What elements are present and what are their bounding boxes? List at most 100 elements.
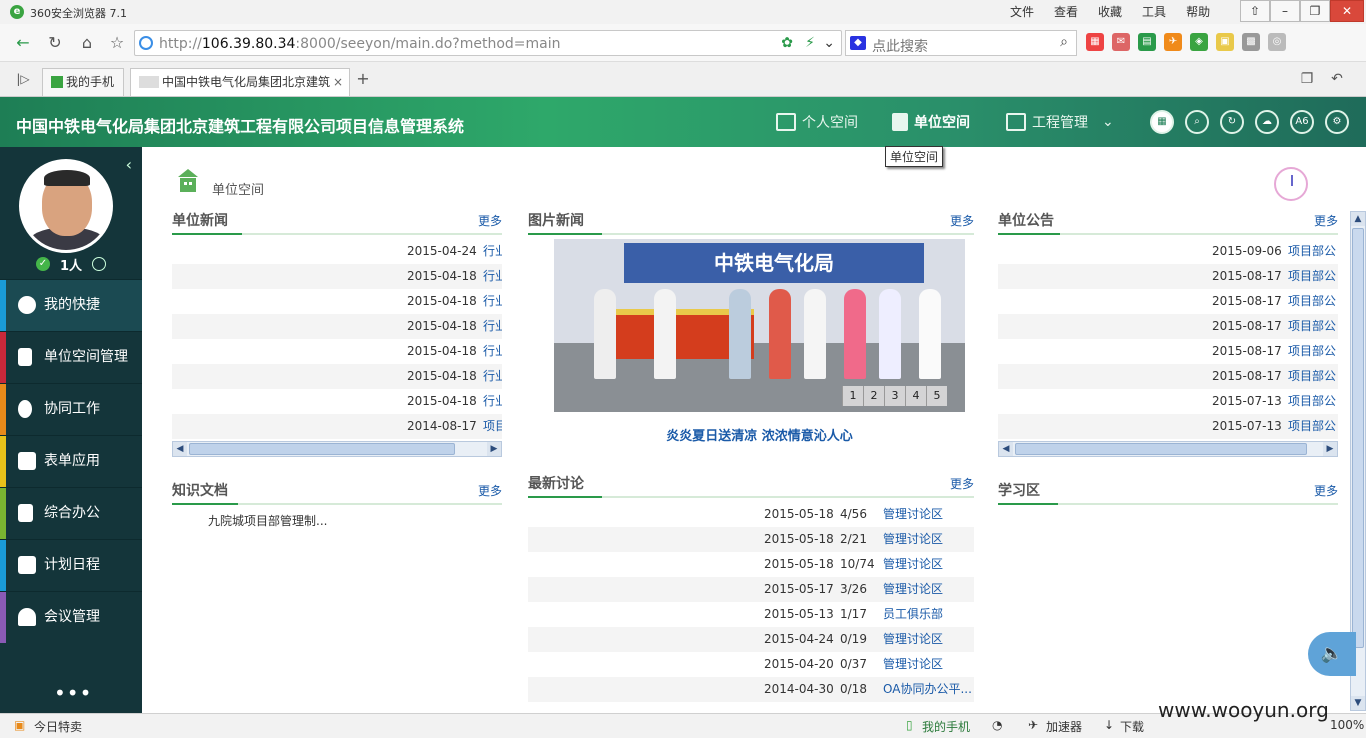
reload-icon[interactable]: ↻: [44, 32, 66, 54]
news-category[interactable]: 行业: [483, 339, 502, 364]
menu-favorites[interactable]: 收藏: [1088, 3, 1132, 21]
scroll-left-icon[interactable]: ◀: [173, 442, 187, 456]
sidebar-item-schedule[interactable]: 计划日程: [0, 539, 142, 591]
menu-view[interactable]: 查看: [1044, 3, 1088, 21]
speed-icon[interactable]: ◔: [992, 718, 1002, 732]
download-link[interactable]: 下载: [1120, 718, 1144, 735]
notice-row[interactable]: 紫峰九院城项目部第七次监理例会... 2015-08-17 项目部公: [998, 289, 1338, 314]
news-row[interactable]: 【工程安全】塔机、施工电梯安全检查维... 2015-04-18 行业: [172, 339, 502, 364]
news-row[interactable]: 【标准规范 】 11G101与03G... 2015-04-18 行业: [172, 364, 502, 389]
discussion-row[interactable]: 【网络转发】让你此生难成大器的七宗罪 2015-05-13 1/17 员工俱乐部: [528, 602, 974, 627]
undo-close-icon[interactable]: ↶: [1326, 68, 1348, 90]
more-link[interactable]: 更多: [478, 212, 502, 229]
chat-icon[interactable]: [92, 257, 106, 271]
news-category[interactable]: 行业: [483, 364, 502, 389]
more-link[interactable]: 更多: [1314, 212, 1338, 229]
menu-help[interactable]: 帮助: [1176, 3, 1220, 21]
news-photo[interactable]: 中铁电气化局 1 2 3 4 5: [554, 239, 965, 412]
discussion-row[interactable]: 读【项目安全生产管理现状的分析及建议... 2015-05-18 4/56 管理…: [528, 502, 974, 527]
notice-category[interactable]: 项目部公: [1288, 239, 1338, 264]
more-link[interactable]: 更多: [478, 482, 502, 499]
shield-icon[interactable]: ◈: [1190, 33, 1208, 51]
my-phone-link[interactable]: 我的手机: [922, 718, 970, 735]
notice-row[interactable]: 内部审核检查表扫描件 2015-08-17 项目部公: [998, 264, 1338, 289]
news-category[interactable]: 行业: [483, 389, 502, 414]
pin-window-button[interactable]: ⇧: [1240, 0, 1270, 22]
download-icon[interactable]: ↓: [1104, 718, 1114, 732]
horizontal-scrollbar[interactable]: ◀ ▶: [998, 441, 1338, 457]
notice-row[interactable]: 紫峰九院城项目部第二次监理例会... 2015-07-13 项目部公: [998, 414, 1338, 439]
close-window-button[interactable]: ✕: [1330, 0, 1364, 22]
refresh-icon[interactable]: ↻: [1220, 110, 1244, 134]
discussion-board[interactable]: 员工俱乐部: [883, 602, 974, 627]
calendar-icon[interactable]: ▤: [1138, 33, 1156, 51]
discussion-row[interactable]: 员工执行不力，换人还是换制度？ 2015-04-24 0/19 管理讨论区: [528, 627, 974, 652]
settings-ring-icon[interactable]: ◎: [1268, 33, 1286, 51]
sidebar-toggle-icon[interactable]: |▷: [12, 68, 34, 90]
search-icon[interactable]: ⌕: [1185, 110, 1209, 134]
sidebar-item-forms[interactable]: 表单应用: [0, 435, 142, 487]
news-row[interactable]: 【工程安全】钢筋施工常见错误及对策 2015-04-18 行业: [172, 264, 502, 289]
more-menu-icon[interactable]: •••: [54, 681, 92, 705]
discussion-board[interactable]: OA协同办公平...: [883, 677, 974, 702]
discussion-row[interactable]: 读【项目安全生产管理现状的分析... 2015-05-18 10/74 管理讨论…: [528, 552, 974, 577]
tab-my-phone[interactable]: 我的手机: [42, 68, 124, 96]
speaker-icon[interactable]: 🔈: [1308, 632, 1356, 676]
scroll-up-icon[interactable]: ▲: [1351, 212, 1365, 226]
more-link[interactable]: 更多: [950, 212, 974, 229]
cloud-icon[interactable]: ☁: [1255, 110, 1279, 134]
news-category[interactable]: 行业: [483, 289, 502, 314]
notice-row[interactable]: 紫峰九院城项目部第五次监理例会... 2015-08-17 项目部公: [998, 339, 1338, 364]
discussion-board[interactable]: 管理讨论区: [883, 527, 974, 552]
gift-icon[interactable]: ▣: [14, 718, 25, 732]
discussion-board[interactable]: 管理讨论区: [883, 577, 974, 602]
chevron-down-icon[interactable]: ⌄: [1102, 114, 1114, 130]
gear-icon[interactable]: ⚙: [1325, 110, 1349, 134]
doc-title[interactable]: 九院城项目部管理制...: [208, 509, 327, 534]
list-item[interactable]: W 九院城项目部管理制...: [172, 509, 502, 534]
scroll-thumb[interactable]: [189, 443, 455, 455]
photo-caption[interactable]: 炎炎夏日送清凉 浓浓情意沁人心: [554, 425, 965, 444]
favorite-star-icon[interactable]: ☆: [106, 32, 128, 54]
notice-row[interactable]: 紫峰九院城项目部第八次监理例会... 2015-08-17 项目部公: [998, 364, 1338, 389]
notice-row[interactable]: 紫峰九院城项目部第三次监理例会... 2015-07-13 项目部公: [998, 389, 1338, 414]
url-bar[interactable]: http://106.39.80.34:8000/seeyon/main.do?…: [134, 30, 842, 56]
zoom-level[interactable]: 100%: [1330, 718, 1364, 732]
news-row[interactable]: 北京市2015年工程质量管理工作要点 2015-04-18 行业: [172, 389, 502, 414]
mail-icon[interactable]: ✉: [1112, 33, 1130, 51]
maximize-button[interactable]: ❐: [1300, 0, 1330, 22]
more-link[interactable]: 更多: [950, 475, 974, 492]
menu-file[interactable]: 文件: [1000, 3, 1044, 21]
gamepad-icon[interactable]: ▩: [1242, 33, 1260, 51]
scroll-right-icon[interactable]: ▶: [487, 442, 501, 456]
scroll-thumb[interactable]: [1015, 443, 1307, 455]
compat-mode-icon[interactable]: ✿: [781, 35, 793, 51]
horizontal-scrollbar[interactable]: ◀ ▶: [172, 441, 502, 457]
news-category[interactable]: 行业: [483, 264, 502, 289]
notice-category[interactable]: 项目部公: [1288, 289, 1338, 314]
photo-icon[interactable]: ▣: [1216, 33, 1234, 51]
pager-4[interactable]: 4: [905, 386, 926, 406]
accelerator-icon[interactable]: ✈: [1028, 718, 1038, 732]
online-count[interactable]: 1人: [60, 255, 82, 274]
apps-icon[interactable]: ▦: [1086, 33, 1104, 51]
sidebar-item-office[interactable]: 综合办公: [0, 487, 142, 539]
grid-icon[interactable]: ▦: [1150, 110, 1174, 134]
pager-1[interactable]: 1: [842, 386, 863, 406]
avatar[interactable]: [19, 159, 113, 253]
news-row[interactable]: 北京今年将全面推行工程质量管理标准化... 2015-04-24 行业: [172, 239, 502, 264]
home-icon[interactable]: ⌂: [76, 32, 98, 54]
news-row[interactable]: 炎炎夏日送清凉 浓浓情意沁人心 2014-08-17 项目: [172, 414, 502, 439]
discussion-board[interactable]: 管理讨论区: [883, 652, 974, 677]
menu-tools[interactable]: 工具: [1132, 3, 1176, 21]
url-dropdown-icon[interactable]: ⌄: [823, 35, 835, 51]
sidebar-item-unit-space-admin[interactable]: 单位空间管理: [0, 331, 142, 383]
pager-2[interactable]: 2: [863, 386, 884, 406]
discussion-row[interactable]: 讨论：全文检索 2014-04-30 0/18 OA协同办公平...: [528, 677, 974, 702]
news-category[interactable]: 行业: [483, 239, 502, 264]
pager-5[interactable]: 5: [926, 386, 947, 406]
scroll-left-icon[interactable]: ◀: [999, 442, 1013, 456]
restore-tabs-icon[interactable]: ❐: [1296, 68, 1318, 90]
pager-3[interactable]: 3: [884, 386, 905, 406]
nav-project-management[interactable]: 工程管理 ⌄: [1006, 97, 1114, 147]
